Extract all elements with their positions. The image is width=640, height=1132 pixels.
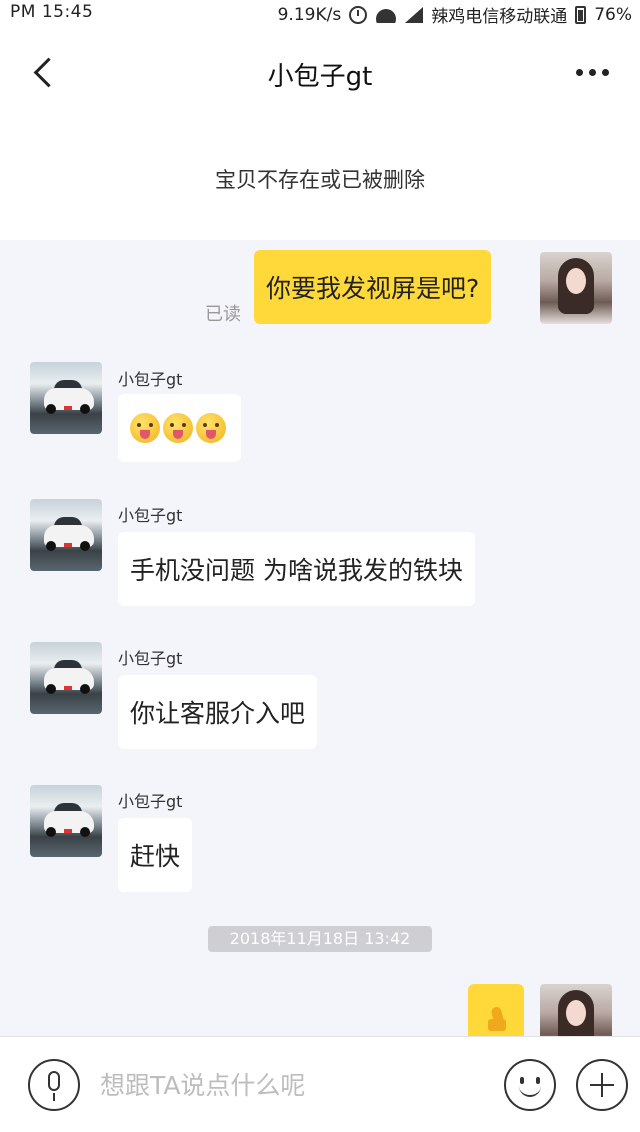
message-bubble-mine[interactable]: 你要我发视屏是吧?: [254, 250, 492, 324]
sender-name: 小包子gt: [118, 506, 183, 525]
sender-name: 小包子gt: [118, 370, 183, 389]
message-bubble-contact[interactable]: 手机没问题 为啥说我发的铁块: [118, 532, 475, 606]
message-timestamp: 2018年11月18日 13:42: [208, 926, 432, 952]
chat-title: 小包子gt: [267, 62, 373, 92]
item-banner[interactable]: 宝贝不存在或已被删除: [0, 120, 640, 240]
my-avatar[interactable]: [540, 984, 612, 1036]
contact-avatar[interactable]: [30, 642, 102, 714]
contact-avatar[interactable]: [30, 785, 102, 857]
item-status-text: 宝贝不存在或已被删除: [215, 168, 425, 192]
message-bubble-mine[interactable]: [468, 984, 524, 1036]
message-bubble-contact[interactable]: 你让客服介入吧: [118, 675, 318, 749]
tongue-face-emoji: [163, 413, 193, 443]
my-avatar[interactable]: [540, 252, 612, 324]
microphone-icon[interactable]: [28, 1059, 80, 1111]
read-receipt: 已读: [205, 304, 241, 325]
status-time: PM 15:45: [10, 2, 94, 22]
chat-header: 小包子gt: [0, 26, 640, 120]
contact-avatar[interactable]: [30, 499, 102, 571]
thumbs-up-icon: [484, 1007, 508, 1031]
message-bubble-emoji[interactable]: [118, 394, 241, 462]
tongue-face-emoji: [130, 413, 160, 443]
input-bar: [0, 1036, 640, 1132]
tongue-face-emoji: [196, 413, 226, 443]
message-input[interactable]: [100, 1063, 480, 1107]
plus-icon[interactable]: [576, 1059, 628, 1111]
contact-avatar[interactable]: [30, 362, 102, 434]
alarm-icon: [349, 5, 368, 24]
wifi-icon: [375, 7, 397, 23]
battery-icon: [575, 5, 587, 24]
battery-level: 76%: [594, 4, 632, 25]
message-bubble-contact[interactable]: 赶快: [118, 818, 193, 892]
carrier-name: 辣鸡电信移动联通: [431, 7, 568, 27]
status-indicators: 9.19K/s 辣鸡电信移动联通 76%: [277, 2, 632, 28]
more-options-icon[interactable]: [576, 60, 616, 84]
status-bar: PM 15:45 9.19K/s 辣鸡电信移动联通 76%: [0, 0, 640, 28]
sender-name: 小包子gt: [118, 792, 183, 811]
signal-icon: [405, 6, 424, 23]
emoji-icon[interactable]: [504, 1059, 556, 1111]
sender-name: 小包子gt: [118, 649, 183, 668]
net-speed: 9.19K/s: [277, 4, 342, 25]
chat-area[interactable]: 已读 你要我发视屏是吧? 小包子gt 小包子gt 手机没问题 为啥说我发的铁块 …: [0, 240, 640, 1036]
